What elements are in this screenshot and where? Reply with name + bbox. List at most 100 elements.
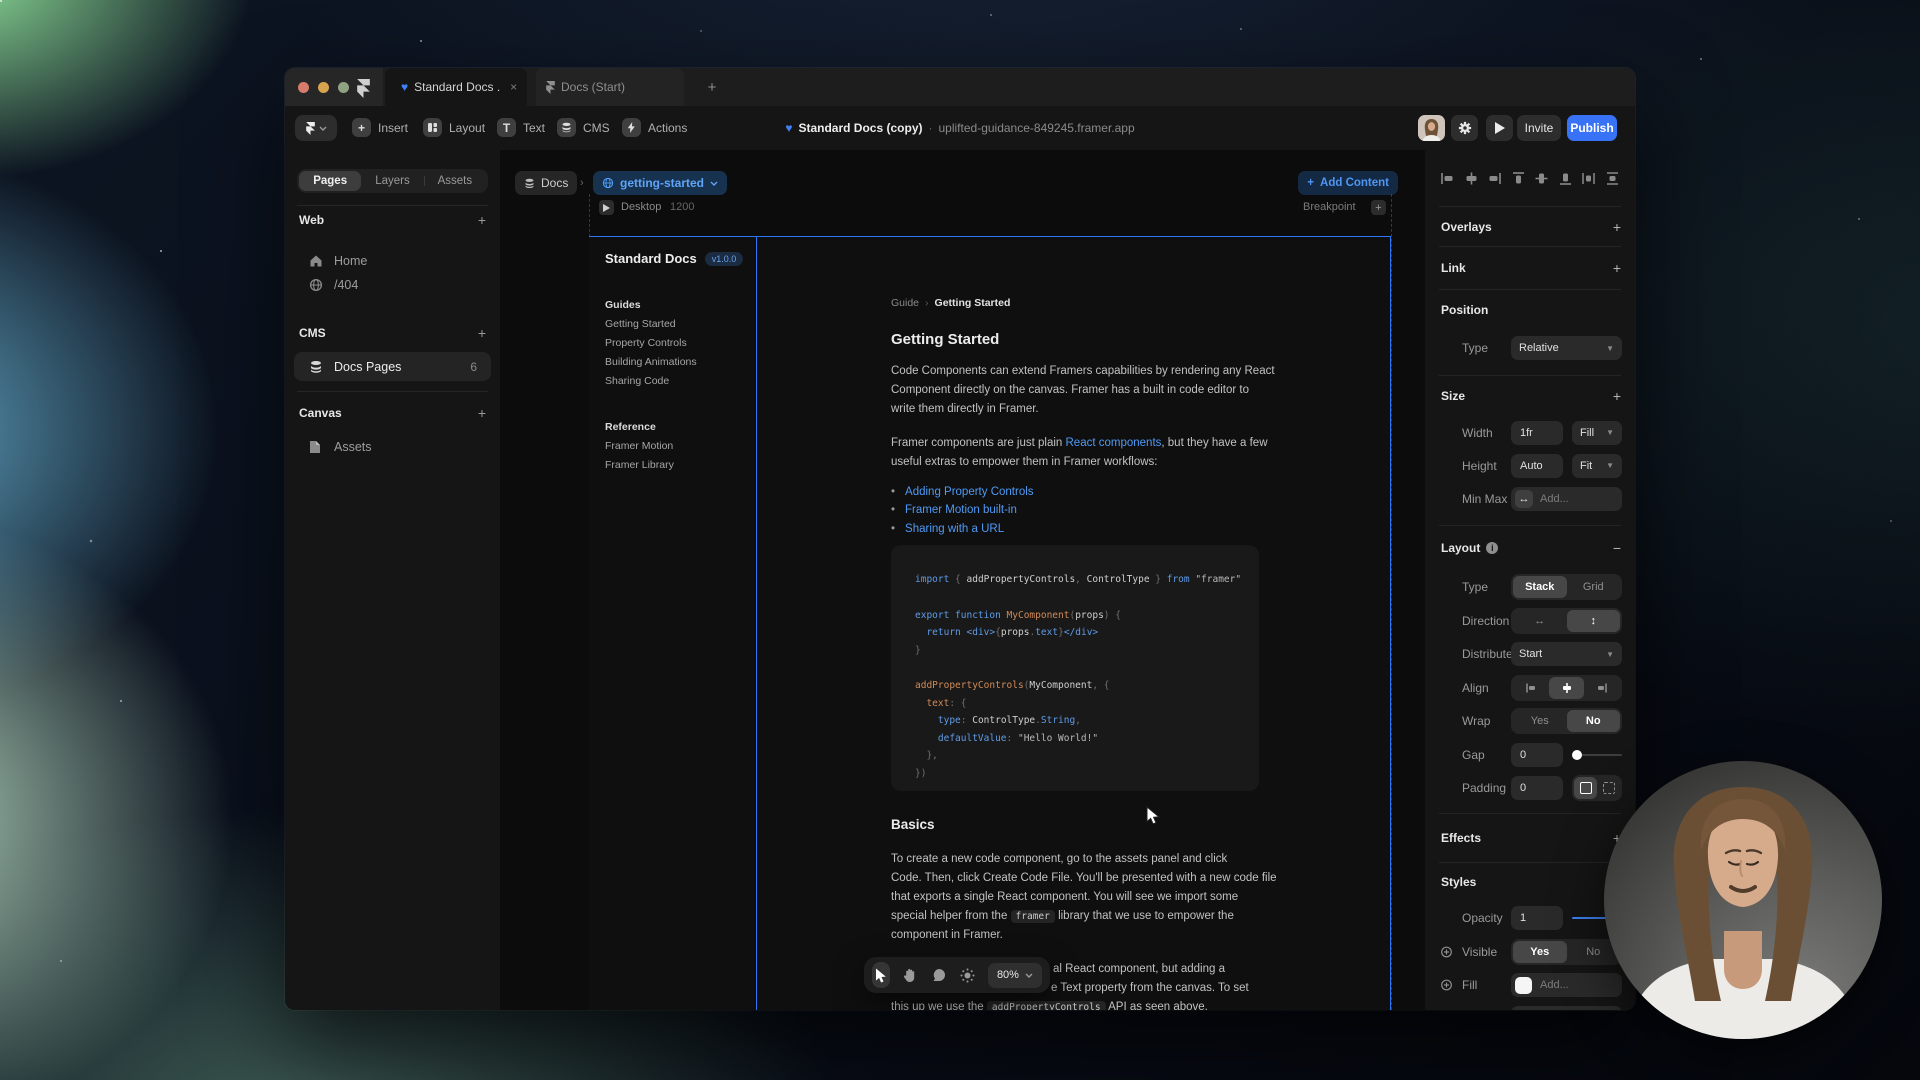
- height-input[interactable]: Auto: [1511, 454, 1563, 478]
- width-mode-select[interactable]: Fill▼: [1572, 421, 1622, 445]
- circle-plus-icon[interactable]: [1441, 947, 1452, 958]
- tab-docs-start[interactable]: Docs (Start): [536, 68, 684, 106]
- close-window-button[interactable]: [298, 82, 309, 93]
- minimize-window-button[interactable]: [318, 82, 329, 93]
- select-tool-button[interactable]: [872, 962, 890, 988]
- doc-content-selected[interactable]: Guide › Getting Started Getting Started …: [756, 237, 1391, 1010]
- breadcrumb-page-dropdown[interactable]: getting-started: [593, 171, 727, 195]
- position-type-select[interactable]: Relative▼: [1511, 336, 1622, 360]
- align-center-icon[interactable]: [1549, 677, 1585, 699]
- crumb-guide[interactable]: Guide: [891, 297, 919, 309]
- visible-yes-option[interactable]: Yes: [1513, 941, 1567, 963]
- add-size-button[interactable]: +: [1613, 388, 1621, 404]
- padding-row: Padding 0: [1425, 771, 1635, 805]
- nav-item[interactable]: Framer Library: [605, 456, 756, 475]
- direction-vertical-icon[interactable]: ↕: [1567, 610, 1621, 632]
- align-bottom-icon[interactable]: [1558, 171, 1573, 186]
- wrap-yes-option[interactable]: Yes: [1513, 710, 1567, 732]
- add-breakpoint-button[interactable]: +: [1371, 200, 1386, 215]
- overflow-select[interactable]: Visible▼: [1511, 1006, 1622, 1010]
- separator: ·: [929, 121, 933, 135]
- add-canvas-page-button[interactable]: +: [478, 405, 486, 421]
- doc-nav: Guides Getting Started Property Controls…: [605, 296, 756, 475]
- nav-item[interactable]: Property Controls: [605, 334, 756, 353]
- canvas-area[interactable]: Docs › getting-started + Add Content Des…: [500, 150, 1425, 1010]
- insert-button[interactable]: + Insert: [352, 118, 408, 137]
- padding-input[interactable]: 0: [1511, 776, 1563, 800]
- add-link-button[interactable]: +: [1613, 260, 1621, 276]
- add-page-button[interactable]: +: [478, 212, 486, 228]
- align-top-icon[interactable]: [1511, 171, 1526, 186]
- nav-item[interactable]: Getting Started: [605, 315, 756, 334]
- zoom-window-button[interactable]: [338, 82, 349, 93]
- width-input[interactable]: 1fr: [1511, 421, 1563, 445]
- padding-uniform-icon[interactable]: [1574, 777, 1597, 799]
- comment-tool-button[interactable]: [930, 962, 948, 988]
- add-content-button[interactable]: + Add Content: [1298, 171, 1398, 195]
- invite-button[interactable]: Invite: [1517, 115, 1561, 141]
- align-end-icon[interactable]: [1584, 677, 1620, 699]
- align-right-icon[interactable]: [1487, 171, 1502, 186]
- cms-button[interactable]: CMS: [557, 118, 610, 137]
- list-item-link[interactable]: •Sharing with a URL: [891, 520, 1271, 539]
- close-tab-icon[interactable]: ×: [510, 80, 517, 94]
- tab-layers[interactable]: Layers: [361, 171, 423, 191]
- height-mode-select[interactable]: Fit▼: [1572, 454, 1622, 478]
- preview-breakpoint-button[interactable]: [599, 200, 614, 215]
- tab-standard-docs[interactable]: ♥ Standard Docs . ×: [385, 68, 527, 106]
- settings-button[interactable]: [1451, 115, 1478, 141]
- gap-input[interactable]: 0: [1511, 743, 1563, 767]
- minmax-input[interactable]: ↔ Add...: [1511, 487, 1622, 511]
- list-item-link[interactable]: •Framer Motion built-in: [891, 501, 1271, 520]
- publish-button[interactable]: Publish: [1567, 115, 1617, 141]
- distribute-select[interactable]: Start▼: [1511, 642, 1622, 666]
- doc-sidebar: Standard Docs v1.0.0 Guides Getting Star…: [589, 237, 756, 1010]
- nav-item[interactable]: Building Animations: [605, 353, 756, 372]
- align-left-icon[interactable]: [1440, 171, 1455, 186]
- sidebar-item-assets[interactable]: Assets: [294, 434, 491, 460]
- distribute-vertical-icon[interactable]: [1605, 171, 1620, 186]
- tab-pages[interactable]: Pages: [299, 171, 361, 191]
- page-frame-desktop[interactable]: Standard Docs v1.0.0 Guides Getting Star…: [589, 236, 1391, 1010]
- info-icon: i: [1486, 542, 1498, 554]
- new-tab-button[interactable]: +: [701, 76, 723, 98]
- wrap-no-option[interactable]: No: [1567, 710, 1621, 732]
- theme-toggle-button[interactable]: [959, 962, 977, 988]
- sidebar-item-404[interactable]: /404: [294, 272, 491, 298]
- fill-input[interactable]: Add...: [1511, 973, 1622, 997]
- circle-plus-icon[interactable]: [1441, 980, 1452, 991]
- padding-per-side-icon[interactable]: [1597, 777, 1620, 799]
- zoom-level-dropdown[interactable]: 80%: [988, 963, 1042, 988]
- breadcrumb-collection[interactable]: Docs: [515, 171, 577, 195]
- align-center-vertical-icon[interactable]: [1534, 171, 1549, 186]
- tab-assets[interactable]: Assets: [424, 171, 486, 191]
- actions-button[interactable]: Actions: [622, 118, 687, 137]
- avatar[interactable]: [1418, 115, 1445, 141]
- gap-slider[interactable]: [1572, 743, 1622, 767]
- text-button[interactable]: T Text: [497, 118, 545, 137]
- align-center-horizontal-icon[interactable]: [1464, 171, 1479, 186]
- layout-button[interactable]: Layout: [423, 118, 485, 137]
- collapse-layout-button[interactable]: −: [1613, 540, 1621, 556]
- section-canvas: Canvas +: [299, 404, 488, 422]
- sidebar-item-home[interactable]: Home: [294, 248, 491, 274]
- preview-button[interactable]: [1486, 115, 1513, 141]
- list-item-link[interactable]: •Adding Property Controls: [891, 483, 1271, 502]
- add-overlay-button[interactable]: +: [1613, 219, 1621, 235]
- distribute-horizontal-icon[interactable]: [1581, 171, 1596, 186]
- grid-option[interactable]: Grid: [1567, 576, 1621, 598]
- stack-option[interactable]: Stack: [1513, 576, 1567, 598]
- nav-item[interactable]: Sharing Code: [605, 372, 756, 391]
- sidebar-item-docs-pages[interactable]: Docs Pages 6: [294, 352, 491, 381]
- align-start-icon[interactable]: [1513, 677, 1549, 699]
- color-swatch[interactable]: [1515, 977, 1532, 994]
- breakpoint-device[interactable]: Desktop: [621, 201, 661, 213]
- framer-home-icon[interactable]: [357, 79, 373, 95]
- opacity-input[interactable]: 1: [1511, 906, 1563, 930]
- direction-horizontal-icon[interactable]: ↔: [1513, 610, 1567, 632]
- pan-tool-button[interactable]: [901, 962, 919, 988]
- add-collection-button[interactable]: +: [478, 325, 486, 341]
- nav-item[interactable]: Framer Motion: [605, 437, 756, 456]
- add-content-label: Add Content: [1320, 177, 1389, 189]
- framer-menu-button[interactable]: [295, 115, 337, 141]
